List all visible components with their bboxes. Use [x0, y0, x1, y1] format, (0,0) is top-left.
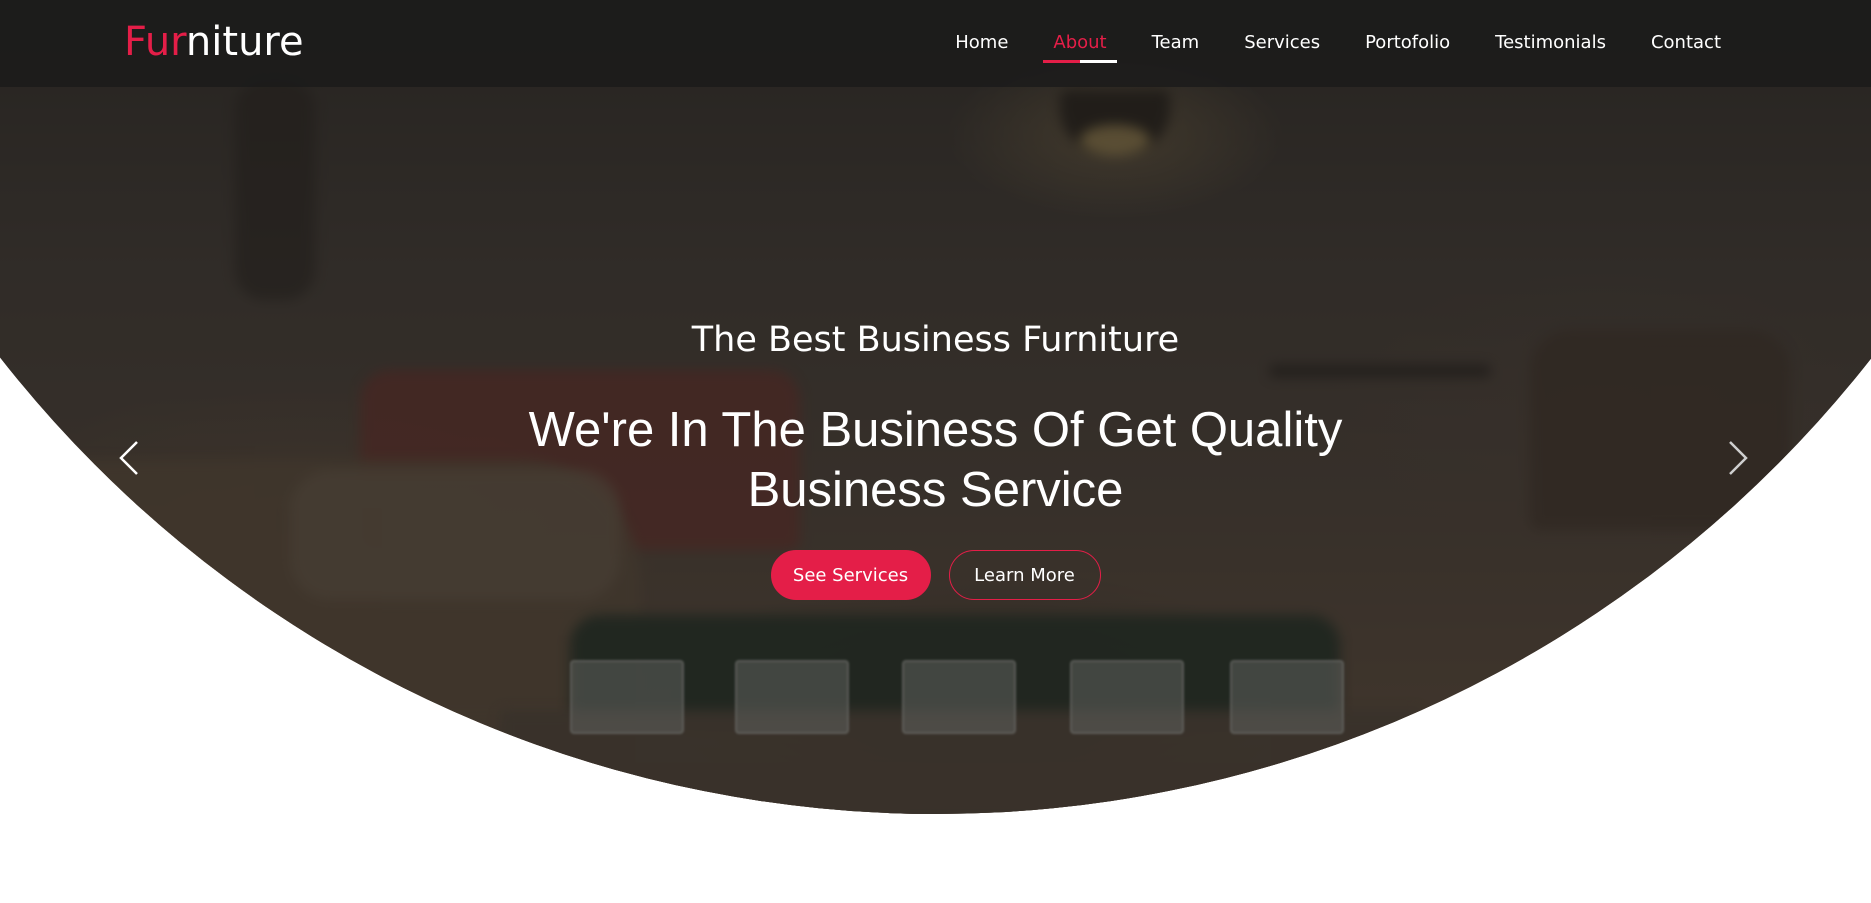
active-nav-indicator — [1043, 60, 1117, 63]
hero-buttons: See Services Learn More — [0, 550, 1871, 600]
nav-item-home: Home — [955, 24, 1008, 63]
nav-link-services[interactable]: Services — [1244, 24, 1320, 63]
hero-content: The Best Business Furniture We're In The… — [0, 318, 1871, 600]
nav-link-portofolio[interactable]: Portofolio — [1365, 24, 1450, 63]
nav-link-contact[interactable]: Contact — [1651, 24, 1721, 63]
nav-item-contact: Contact — [1651, 24, 1721, 63]
site-header: Furniture Home About Team Services Porto… — [0, 0, 1871, 87]
see-services-button[interactable]: See Services — [770, 550, 931, 600]
logo-accent-text: Fur — [124, 19, 186, 65]
hero-title: We're In The Business Of Get Quality Bus… — [528, 403, 1343, 517]
indicator-white — [1080, 60, 1117, 63]
nav-item-portofolio: Portofolio — [1365, 24, 1450, 63]
learn-more-button[interactable]: Learn More — [948, 550, 1101, 600]
page: Furniture Home About Team Services Porto… — [0, 0, 1871, 903]
nav-link-home[interactable]: Home — [955, 24, 1008, 63]
nav-item-about: About — [1043, 24, 1117, 63]
nav-link-testimonials[interactable]: Testimonials — [1495, 24, 1606, 63]
nav-item-testimonials: Testimonials — [1495, 24, 1606, 63]
nav-link-team[interactable]: Team — [1152, 24, 1200, 63]
hero-subtitle: The Best Business Furniture — [691, 320, 1180, 360]
indicator-red — [1043, 60, 1080, 63]
nav-item-team: Team — [1152, 24, 1200, 63]
main-nav: Home About Team Services Portofolio Test… — [910, 0, 1721, 87]
logo-text: niture — [185, 19, 304, 65]
site-logo[interactable]: Furniture — [124, 18, 304, 66]
nav-link-about[interactable]: About — [1053, 24, 1106, 63]
nav-item-services: Services — [1244, 24, 1320, 63]
